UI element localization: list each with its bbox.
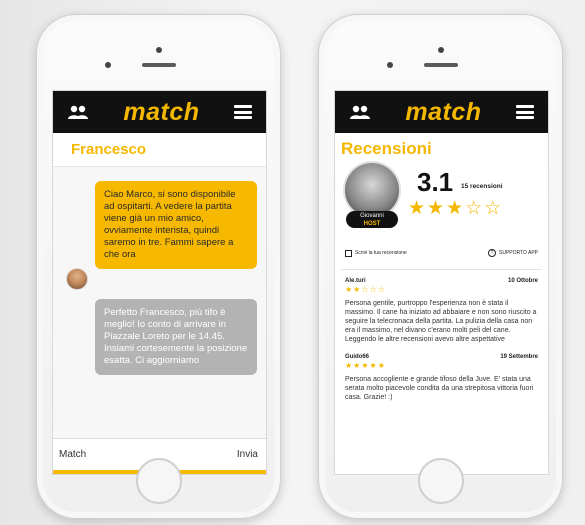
- proximity-sensor: [387, 62, 393, 68]
- app-bar: match: [335, 91, 548, 133]
- send-button[interactable]: Invia: [235, 446, 260, 463]
- review-stars: ★★★★★: [345, 361, 386, 370]
- earpiece-speaker: [423, 63, 458, 67]
- app-logo: match: [123, 97, 200, 126]
- rating-count: 15 recensioni: [461, 183, 503, 190]
- users-icon[interactable]: [67, 104, 89, 120]
- star-filled-icon: ★: [408, 198, 426, 219]
- home-button[interactable]: [417, 458, 464, 504]
- rating-stars: ★ ★ ★ ☆ ☆: [408, 199, 501, 218]
- review-stars: ★★☆☆☆: [345, 285, 386, 294]
- star-filled-icon: ★: [446, 198, 464, 219]
- contact-avatar: [66, 268, 88, 290]
- app-logo: match: [405, 97, 482, 126]
- star-empty-icon: ☆: [465, 198, 483, 219]
- earpiece-speaker: [141, 63, 176, 67]
- edit-icon: [345, 249, 352, 257]
- review-date: 19 Settembre: [500, 354, 538, 360]
- phone-reviews: match Recensioni Giovanni HOST 3.1 15 re…: [318, 14, 563, 519]
- review-actions: Scrivi la tua recensione ? SUPPORTO APP: [335, 243, 548, 263]
- star-filled-icon: ★: [427, 198, 445, 219]
- star-empty-icon: ☆: [484, 198, 502, 219]
- home-button[interactable]: [135, 458, 182, 504]
- host-name: Giovanni: [360, 213, 384, 219]
- review-text: Persona accogliente e grande tifoso dell…: [345, 376, 534, 401]
- front-camera: [155, 47, 162, 53]
- host-role: HOST: [363, 221, 381, 227]
- review-author: Guido66: [345, 354, 370, 360]
- message-list[interactable]: Ciao Marco, si sono disponibile ad ospit…: [53, 167, 266, 438]
- reviews-screen: match Recensioni Giovanni HOST 3.1 15 re…: [334, 90, 549, 475]
- outgoing-message: Perfetto Francesco, più tifo è meglio! I…: [95, 299, 257, 375]
- host-summary: Giovanni HOST 3.1 15 recensioni ★ ★ ★ ☆ ☆: [335, 161, 548, 243]
- app-bar: match: [53, 91, 266, 133]
- phone-chat: match Francesco Ciao Marco, si sono disp…: [36, 14, 281, 519]
- chat-header: Francesco: [53, 133, 266, 167]
- divider: [341, 269, 542, 270]
- question-icon: ?: [488, 249, 496, 257]
- users-icon[interactable]: [349, 104, 371, 120]
- write-review-link[interactable]: Scrivi la tua recensione: [345, 249, 407, 257]
- review-date: 10 Ottobre: [507, 278, 538, 284]
- front-camera: [437, 47, 444, 53]
- support-label: SUPPORTO APP: [499, 250, 538, 256]
- review-item: Guido66 19 Settembre ★★★★★ Persona accog…: [335, 354, 548, 402]
- hamburger-menu-icon[interactable]: [515, 105, 534, 119]
- host-badge: Giovanni HOST: [346, 211, 398, 228]
- review-author: Ale.turi: [345, 278, 366, 284]
- hamburger-menu-icon[interactable]: [233, 105, 252, 119]
- write-review-label: Scrivi la tua recensione: [355, 250, 407, 256]
- support-link[interactable]: ? SUPPORTO APP: [488, 249, 538, 257]
- contact-name: Francesco: [71, 141, 147, 158]
- rating-score: 3.1: [417, 167, 454, 197]
- review-item: Ale.turi 10 Ottobre ★★☆☆☆ Persona gentil…: [335, 278, 548, 344]
- review-text: Persona gentile, purtroppo l'esperienza …: [345, 300, 537, 343]
- proximity-sensor: [105, 62, 111, 68]
- incoming-message: Ciao Marco, si sono disponibile ad ospit…: [95, 181, 257, 269]
- chat-screen: match Francesco Ciao Marco, si sono disp…: [52, 90, 267, 475]
- page-title: Recensioni: [341, 139, 432, 158]
